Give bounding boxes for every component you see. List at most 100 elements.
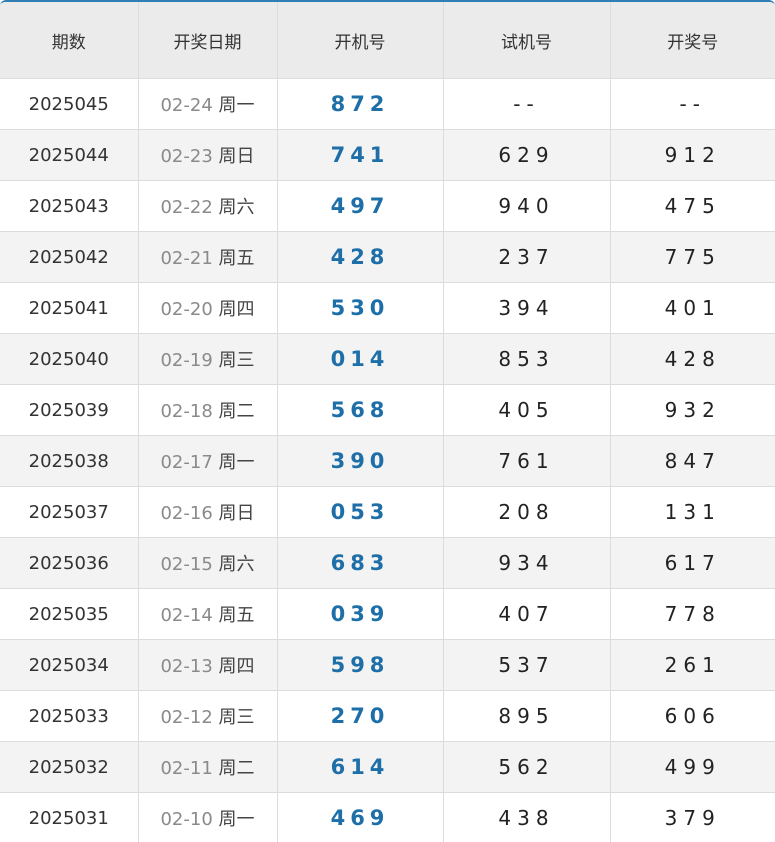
weekday: 周四 [218,299,255,320]
issue-number: 2025039 [28,399,109,421]
draw-machine-number: 683 [330,551,390,575]
draw-date: 02-14 [160,605,213,626]
draw-date: 02-21 [160,248,213,269]
issue-number: 2025045 [28,93,109,115]
date-cell: 02-10 周一 [138,792,278,842]
table-row: 2025043 02-22 周六 497 940 475 [0,180,775,232]
issue-cell: 2025042 [0,231,139,283]
trial-number-cell: 237 [443,231,611,283]
trial-number: 405 [498,398,555,422]
draw-date: 02-11 [160,758,213,779]
issue-number: 2025044 [28,144,109,166]
issue-cell: 2025045 [0,78,139,130]
draw-machine-number-cell: 741 [277,129,444,181]
header-date: 开奖日期 [138,2,278,79]
trial-number-cell: 405 [443,384,611,436]
prize-number: 379 [664,806,721,830]
trial-number-cell: -- [443,78,611,130]
issue-cell: 2025034 [0,639,139,691]
trial-number: 895 [498,704,555,728]
prize-number-cell: 131 [610,486,775,538]
prize-number: 131 [664,500,721,524]
prize-number-cell: 932 [610,384,775,436]
draw-machine-number-cell: 614 [277,741,444,793]
issue-cell: 2025037 [0,486,139,538]
trial-number: 394 [498,296,555,320]
draw-date: 02-24 [160,95,213,116]
prize-number-cell: 912 [610,129,775,181]
weekday: 周五 [218,248,255,269]
draw-date: 02-22 [160,197,213,218]
prize-number: 475 [664,194,721,218]
draw-machine-number-cell: 683 [277,537,444,589]
weekday: 周三 [218,350,255,371]
draw-date: 02-15 [160,554,213,575]
issue-number: 2025040 [28,348,109,370]
draw-machine-number-cell: 497 [277,180,444,232]
table-row: 2025044 02-23 周日 741 629 912 [0,129,775,181]
prize-number: 775 [664,245,721,269]
draw-machine-number: 469 [330,806,390,830]
trial-number: 438 [498,806,555,830]
trial-number-cell: 934 [443,537,611,589]
date-cell: 02-22 周六 [138,180,278,232]
date-cell: 02-18 周二 [138,384,278,436]
issue-number: 2025033 [28,705,109,727]
table-row: 2025039 02-18 周二 568 405 932 [0,384,775,436]
prize-number-cell: 499 [610,741,775,793]
issue-number: 2025032 [28,756,109,778]
draw-machine-number-cell: 469 [277,792,444,842]
draw-machine-number-cell: 270 [277,690,444,742]
trial-number: 562 [498,755,555,779]
prize-number: 932 [664,398,721,422]
draw-machine-number: 598 [330,653,390,677]
header-issue: 期数 [0,2,139,79]
trial-number-cell: 537 [443,639,611,691]
issue-cell: 2025033 [0,690,139,742]
draw-machine-number: 014 [330,347,390,371]
draw-machine-number: 568 [330,398,390,422]
draw-machine-number: 614 [330,755,390,779]
prize-number-cell: 475 [610,180,775,232]
table-body: 2025045 02-24 周一 872 -- -- 2025044 02-23 周日 741… [0,78,775,842]
trial-number-cell: 853 [443,333,611,385]
prize-number-cell: -- [610,78,775,130]
prize-number-cell: 261 [610,639,775,691]
issue-cell: 2025039 [0,384,139,436]
draw-machine-number: 428 [330,245,390,269]
table-row: 2025037 02-16 周日 053 208 131 [0,486,775,538]
prize-number: 847 [664,449,721,473]
trial-number: -- [513,92,540,116]
trial-number-cell: 629 [443,129,611,181]
table-row: 2025045 02-24 周一 872 -- -- [0,78,775,130]
lottery-history-table: 期数 开奖日期 开机号 试机号 开奖号 2025045 02-24 周一 872 --… [0,2,775,842]
table-row: 2025041 02-20 周四 530 394 401 [0,282,775,334]
draw-machine-number: 053 [330,500,390,524]
trial-number-cell: 940 [443,180,611,232]
table-row: 2025031 02-10 周一 469 438 379 [0,792,775,842]
prize-number-cell: 606 [610,690,775,742]
trial-number-cell: 438 [443,792,611,842]
table-row: 2025033 02-12 周三 270 895 606 [0,690,775,742]
header-prize-number: 开奖号 [610,2,775,79]
weekday: 周六 [218,197,255,218]
prize-number-cell: 775 [610,231,775,283]
draw-machine-number-cell: 872 [277,78,444,130]
draw-machine-number: 497 [330,194,390,218]
table-header-row: 期数 开奖日期 开机号 试机号 开奖号 [0,2,775,79]
trial-number-cell: 562 [443,741,611,793]
weekday: 周二 [218,758,255,779]
date-cell: 02-14 周五 [138,588,278,640]
trial-number: 208 [498,500,555,524]
draw-machine-number-cell: 053 [277,486,444,538]
draw-machine-number-cell: 390 [277,435,444,487]
draw-machine-number: 270 [330,704,390,728]
issue-cell: 2025043 [0,180,139,232]
prize-number: 606 [664,704,721,728]
draw-machine-number-cell: 039 [277,588,444,640]
weekday: 周四 [218,656,255,677]
issue-cell: 2025038 [0,435,139,487]
header-trial-number: 试机号 [443,2,611,79]
draw-machine-number: 039 [330,602,390,626]
draw-machine-number-cell: 598 [277,639,444,691]
